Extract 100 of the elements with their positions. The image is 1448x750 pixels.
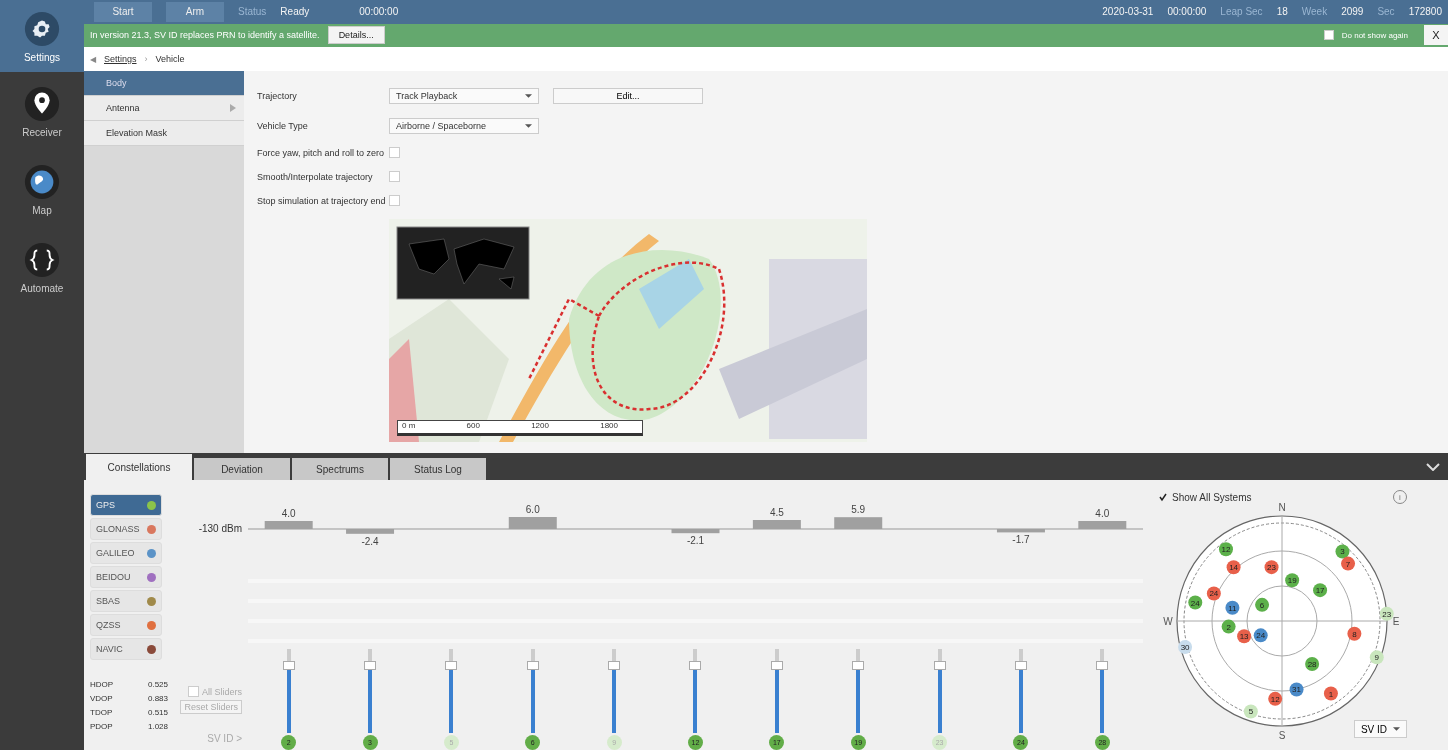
panel-tab[interactable]: Spectrums xyxy=(292,458,388,480)
satellite-marker[interactable]: 5 xyxy=(1243,704,1258,719)
dop-label: VDOP xyxy=(90,694,113,705)
field-label: Trajectory xyxy=(257,90,298,101)
slider-thumb[interactable] xyxy=(933,660,946,670)
toolbar-button[interactable]: Arm xyxy=(166,1,224,22)
field-value: 172800 xyxy=(1408,6,1442,18)
constellation-button[interactable]: SBAS xyxy=(90,590,162,612)
globe-icon xyxy=(23,162,61,201)
checkbox-label: Show All Systems xyxy=(1172,491,1252,503)
field-label: Vehicle Type xyxy=(257,120,309,131)
data-label: -1.7 xyxy=(1012,534,1030,546)
sidebar-item[interactable]: Receiver xyxy=(0,72,84,150)
slider-thumb[interactable] xyxy=(770,660,783,670)
satellite-marker[interactable]: 12 xyxy=(1268,691,1283,706)
checkbox[interactable] xyxy=(1157,491,1168,503)
dop-label: HDOP xyxy=(90,680,114,691)
satellite-marker[interactable]: 19 xyxy=(1285,573,1300,588)
checkbox[interactable] xyxy=(389,171,400,183)
satellite-marker[interactable]: 6 xyxy=(1255,597,1270,612)
back-arrow[interactable]: ◀ xyxy=(90,54,96,64)
constellation-button[interactable]: NAVIC xyxy=(90,638,162,660)
satellite-marker[interactable]: 13 xyxy=(1237,629,1252,644)
satellite-marker[interactable]: 28 xyxy=(1305,657,1320,671)
checkbox-label: Stop simulation at trajectory end xyxy=(257,195,387,206)
slider-thumb[interactable] xyxy=(364,660,377,670)
data-label: 4.0 xyxy=(1095,508,1110,519)
satellite-marker[interactable]: 14 xyxy=(1226,560,1241,575)
subnav-item[interactable]: Body xyxy=(84,70,244,96)
panel-tab[interactable]: Status Log xyxy=(390,458,486,480)
sv-id-label: SV ID > xyxy=(207,733,242,744)
satellite-marker[interactable]: 9 xyxy=(1369,650,1384,665)
vehicle-type-dropdown[interactable]: Airborne / Spaceborne xyxy=(389,117,539,134)
status-label: Status xyxy=(238,6,267,18)
edit-button[interactable]: Edit... xyxy=(553,87,703,104)
checkbox[interactable] xyxy=(389,195,400,207)
slider-thumb[interactable] xyxy=(1014,660,1027,670)
sort-dropdown[interactable]: SV ID xyxy=(1353,720,1407,738)
subnav-item[interactable]: Antenna xyxy=(84,95,244,121)
slider-thumb[interactable] xyxy=(608,660,621,670)
banner-message: In version 21.3, SV ID replaces PRN to identify a satellite. xyxy=(90,30,320,41)
compass-label: N xyxy=(1278,502,1286,513)
data-label: 4.0 xyxy=(281,508,296,519)
field-label: Sec xyxy=(1377,6,1395,18)
satellite-marker[interactable]: 30 xyxy=(1178,640,1193,654)
sim-date: 2020-03-31 xyxy=(1102,6,1154,18)
slider-thumb[interactable] xyxy=(282,660,295,670)
data-label: -2.1 xyxy=(686,535,705,547)
slider-thumb[interactable] xyxy=(852,660,865,670)
data-label: -2.4 xyxy=(361,535,379,547)
satellite-marker[interactable]: 24 xyxy=(1188,595,1203,610)
slider-thumb[interactable] xyxy=(1096,660,1109,670)
panel-tab[interactable]: Deviation xyxy=(194,458,290,480)
satellite-marker[interactable]: 24 xyxy=(1206,586,1221,601)
elapsed-time: 00:00:00 xyxy=(359,6,399,18)
breadcrumb-current: Vehicle xyxy=(155,54,185,65)
satellite-marker[interactable]: 24 xyxy=(1253,628,1268,643)
toolbar-button[interactable]: Start xyxy=(94,1,152,22)
status-value: Ready xyxy=(280,6,310,18)
slider-thumb[interactable] xyxy=(689,660,702,670)
constellation-button[interactable]: GLONASS xyxy=(90,518,162,540)
collapse-chevron-icon[interactable] xyxy=(1426,463,1440,471)
data-label: 6.0 xyxy=(525,504,540,515)
sidebar-item[interactable]: Settings xyxy=(0,0,84,72)
sidebar-item[interactable]: Automate xyxy=(0,228,84,306)
slider-thumb[interactable] xyxy=(526,660,539,670)
satellite-marker[interactable]: 7 xyxy=(1341,556,1356,571)
subnav-item[interactable]: Elevation Mask xyxy=(84,120,244,146)
panel-tab[interactable]: Constellations xyxy=(86,454,192,480)
checkbox[interactable] xyxy=(188,686,199,697)
breadcrumb-link[interactable]: Settings xyxy=(104,54,137,65)
satellite-marker[interactable]: 11 xyxy=(1225,600,1240,615)
satellite-marker[interactable]: 8 xyxy=(1347,626,1362,641)
braces-icon xyxy=(23,240,61,279)
satellite-marker[interactable]: 12 xyxy=(1218,542,1233,557)
checkbox-label: All Sliders xyxy=(202,686,242,697)
constellation-button[interactable]: QZSS xyxy=(90,614,162,636)
details-button[interactable]: Details... xyxy=(327,26,385,45)
constellation-button[interactable]: GPS xyxy=(90,494,162,516)
slider-thumb[interactable] xyxy=(445,660,458,670)
checkbox[interactable] xyxy=(389,147,400,159)
compass-label: W xyxy=(1163,616,1173,627)
satellite-marker[interactable]: 3 xyxy=(1335,544,1350,559)
satellite-marker[interactable]: 2 xyxy=(1221,619,1236,634)
satellite-marker[interactable]: 23 xyxy=(1379,606,1394,621)
constellation-button[interactable]: GALILEO xyxy=(90,542,162,564)
dop-label: TDOP xyxy=(90,708,113,719)
trajectory-dropdown[interactable]: Track Playback xyxy=(389,87,539,104)
sidebar-item[interactable]: Map xyxy=(0,150,84,228)
close-button[interactable]: X xyxy=(1424,25,1448,46)
checkbox-label: Do not show again xyxy=(1341,30,1408,40)
satellite-marker[interactable]: 31 xyxy=(1289,682,1304,697)
scale-label: 600 xyxy=(466,420,480,430)
data-label: 4.5 xyxy=(769,507,784,518)
checkbox[interactable] xyxy=(1323,30,1334,41)
constellation-button[interactable]: BEIDOU xyxy=(90,566,162,588)
satellite-marker[interactable]: 23 xyxy=(1264,560,1279,575)
dop-value: 1.028 xyxy=(147,722,168,733)
satellite-marker[interactable]: 1 xyxy=(1323,686,1338,701)
satellite-marker[interactable]: 17 xyxy=(1313,583,1328,598)
